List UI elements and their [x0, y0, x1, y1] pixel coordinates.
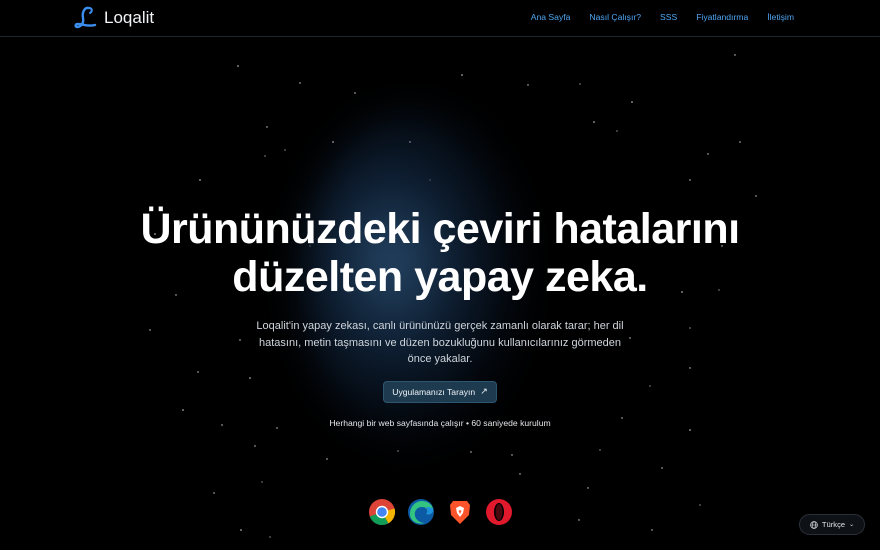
nav-item-faq[interactable]: SSS: [660, 12, 677, 22]
brave-icon: [449, 501, 470, 524]
edge-icon: [407, 499, 434, 525]
supported-browsers: [0, 498, 880, 526]
nav-item-home[interactable]: Ana Sayfa: [531, 12, 571, 22]
hero-headline-line2: düzelten yapay zeka.: [232, 253, 648, 301]
script-l-logo-icon: [74, 6, 97, 29]
hero-subnote: Herhangi bir web sayfasında çalışır • 60…: [329, 417, 551, 428]
hero-headline-line1: Ürününüzdeki çeviri hatalarını: [140, 205, 740, 253]
nav-item-pricing[interactable]: Fiyatlandırma: [696, 12, 748, 22]
nav-item-contact[interactable]: İletişim: [767, 12, 794, 22]
language-selector[interactable]: Türkçe ⌄: [799, 514, 865, 535]
brand[interactable]: Loqalit: [74, 5, 154, 31]
language-label: Türkçe: [821, 520, 846, 529]
chevron-down-icon: ⌄: [849, 522, 855, 528]
hero-description: Loqalit'in yapay zekası, canlı ürününüzü…: [256, 320, 624, 365]
opera-icon: [485, 499, 512, 525]
arrow-up-right-icon: ↗: [480, 386, 488, 396]
top-navbar: Loqalit Ana Sayfa Nasıl Çalışır? SSS Fiy…: [0, 0, 880, 37]
hero-headline: Ürününüzdeki çeviri hatalarını düzelten …: [0, 205, 880, 301]
nav-item-how-it-works[interactable]: Nasıl Çalışır?: [589, 12, 641, 22]
main-nav: Ana Sayfa Nasıl Çalışır? SSS Fiyatlandır…: [531, 12, 794, 22]
brand-name: Loqalit: [104, 8, 155, 27]
globe-icon: [810, 520, 818, 529]
scan-app-button-label: Uygulamanızı Tarayın: [392, 386, 476, 397]
scan-app-button[interactable]: Uygulamanızı Tarayın ↗: [383, 380, 497, 403]
hero-section: Ürününüzdeki çeviri hatalarını düzelten …: [0, 205, 880, 428]
chrome-icon: [368, 499, 395, 525]
